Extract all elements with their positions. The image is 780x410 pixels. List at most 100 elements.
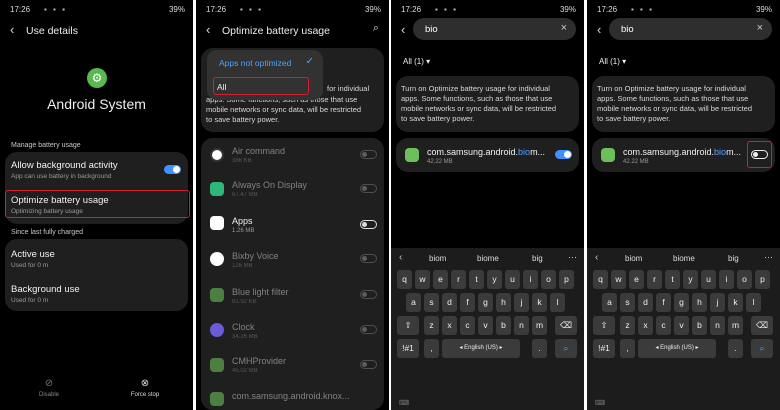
app-toggle[interactable]	[360, 254, 377, 263]
app-toggle[interactable]	[360, 325, 377, 334]
dropdown-option-not-optimized[interactable]: Apps not optimized	[219, 58, 291, 68]
space-key[interactable]: ◂ English (US) ▸	[638, 339, 716, 358]
key[interactable]: f	[656, 293, 671, 312]
key[interactable]: h	[692, 293, 707, 312]
list-item[interactable]: Clock 34.26 MB	[196, 319, 389, 353]
key[interactable]: f	[460, 293, 475, 312]
key[interactable]: u	[701, 270, 716, 289]
search-icon[interactable]: ⌕	[373, 22, 379, 35]
back-icon[interactable]: ‹	[10, 22, 14, 37]
search-key-icon[interactable]: ⌕	[555, 339, 577, 358]
shift-icon[interactable]: ⇧	[593, 316, 615, 335]
key[interactable]: r	[647, 270, 662, 289]
list-item[interactable]: com.samsung.android.knox...	[196, 388, 389, 410]
key[interactable]: k	[532, 293, 547, 312]
key[interactable]: e	[433, 270, 448, 289]
list-item[interactable]: Bixby Voice 126 MB	[196, 248, 389, 282]
key[interactable]: t	[665, 270, 680, 289]
app-toggle[interactable]	[360, 290, 377, 299]
comma-key[interactable]: ,	[620, 339, 635, 358]
key[interactable]: r	[451, 270, 466, 289]
suggestion-1[interactable]: biom	[429, 254, 446, 263]
search-input[interactable]: bio	[425, 24, 438, 35]
key[interactable]: p	[559, 270, 574, 289]
key[interactable]: d	[442, 293, 457, 312]
period-key[interactable]: .	[532, 339, 547, 358]
app-toggle[interactable]	[360, 150, 377, 159]
list-item[interactable]: CMHProvider 45.02 MB	[196, 354, 389, 388]
key[interactable]: m	[728, 316, 743, 335]
key[interactable]: a	[406, 293, 421, 312]
key[interactable]: j	[514, 293, 529, 312]
allow-background-title[interactable]: Allow background activity	[11, 160, 118, 171]
key[interactable]: c	[460, 316, 475, 335]
backspace-icon[interactable]: ⌫	[555, 316, 577, 335]
suggestion-1[interactable]: biom	[625, 254, 642, 263]
kb-more-icon[interactable]: ⋯	[568, 252, 577, 263]
key[interactable]: e	[629, 270, 644, 289]
space-key[interactable]: ◂ English (US) ▸	[442, 339, 520, 358]
key[interactable]: w	[611, 270, 626, 289]
filter-dropdown[interactable]: All (1) ▾	[403, 57, 430, 66]
app-toggle[interactable]	[360, 360, 377, 369]
key[interactable]: w	[415, 270, 430, 289]
key[interactable]: x	[638, 316, 653, 335]
key[interactable]: o	[737, 270, 752, 289]
key[interactable]: d	[638, 293, 653, 312]
keyboard-switch-icon[interactable]: ⌨	[399, 399, 409, 407]
backspace-icon[interactable]: ⌫	[751, 316, 773, 335]
key[interactable]: z	[424, 316, 439, 335]
app-toggle[interactable]	[360, 184, 377, 193]
symbols-key[interactable]: !#1	[593, 339, 615, 358]
kb-more-icon[interactable]: ⋯	[764, 252, 773, 263]
key[interactable]: a	[602, 293, 617, 312]
disable-button[interactable]: ⊘ Disable	[32, 378, 66, 398]
key[interactable]: q	[397, 270, 412, 289]
key[interactable]: g	[674, 293, 689, 312]
back-icon[interactable]: ‹	[206, 22, 210, 37]
key[interactable]: l	[746, 293, 761, 312]
comma-key[interactable]: ,	[424, 339, 439, 358]
app-toggle[interactable]	[751, 150, 768, 159]
key[interactable]: i	[523, 270, 538, 289]
key[interactable]: g	[478, 293, 493, 312]
key[interactable]: s	[424, 293, 439, 312]
key[interactable]: u	[505, 270, 520, 289]
list-item[interactable]: com.samsung.android.biom... 42.22 MB	[587, 138, 780, 172]
symbols-key[interactable]: !#1	[397, 339, 419, 358]
key[interactable]: t	[469, 270, 484, 289]
key[interactable]: v	[478, 316, 493, 335]
key[interactable]: m	[532, 316, 547, 335]
kb-collapse-icon[interactable]: ‹	[595, 252, 598, 263]
suggestion-2[interactable]: biome	[477, 254, 499, 263]
suggestion-3[interactable]: big	[532, 254, 543, 263]
back-icon[interactable]: ‹	[597, 22, 601, 37]
list-item[interactable]: com.samsung.android.biom... 42.22 MB	[391, 138, 584, 172]
allow-background-toggle[interactable]	[164, 165, 181, 174]
suggestion-3[interactable]: big	[728, 254, 739, 263]
key[interactable]: o	[541, 270, 556, 289]
key[interactable]: y	[487, 270, 502, 289]
kb-collapse-icon[interactable]: ‹	[399, 252, 402, 263]
force-stop-button[interactable]: ⊗ Force stop	[124, 378, 166, 398]
clear-icon[interactable]: ×	[757, 22, 763, 34]
key[interactable]: j	[710, 293, 725, 312]
app-toggle[interactable]	[360, 220, 377, 229]
dropdown-option-all[interactable]: All	[217, 82, 226, 92]
search-input[interactable]: bio	[621, 24, 634, 35]
key[interactable]: k	[728, 293, 743, 312]
search-bar[interactable]: bio ×	[413, 18, 576, 40]
search-bar[interactable]: bio ×	[609, 18, 772, 40]
key[interactable]: x	[442, 316, 457, 335]
key[interactable]: q	[593, 270, 608, 289]
filter-dropdown[interactable]: All (1) ▾	[599, 57, 626, 66]
key[interactable]: s	[620, 293, 635, 312]
key[interactable]: l	[550, 293, 565, 312]
app-toggle[interactable]	[555, 150, 572, 159]
key[interactable]: h	[496, 293, 511, 312]
key[interactable]: p	[755, 270, 770, 289]
list-item[interactable]: Air command 386 KB	[196, 140, 389, 174]
list-item[interactable]: Apps 1.26 MB	[196, 212, 389, 246]
shift-icon[interactable]: ⇧	[397, 316, 419, 335]
key[interactable]: b	[692, 316, 707, 335]
